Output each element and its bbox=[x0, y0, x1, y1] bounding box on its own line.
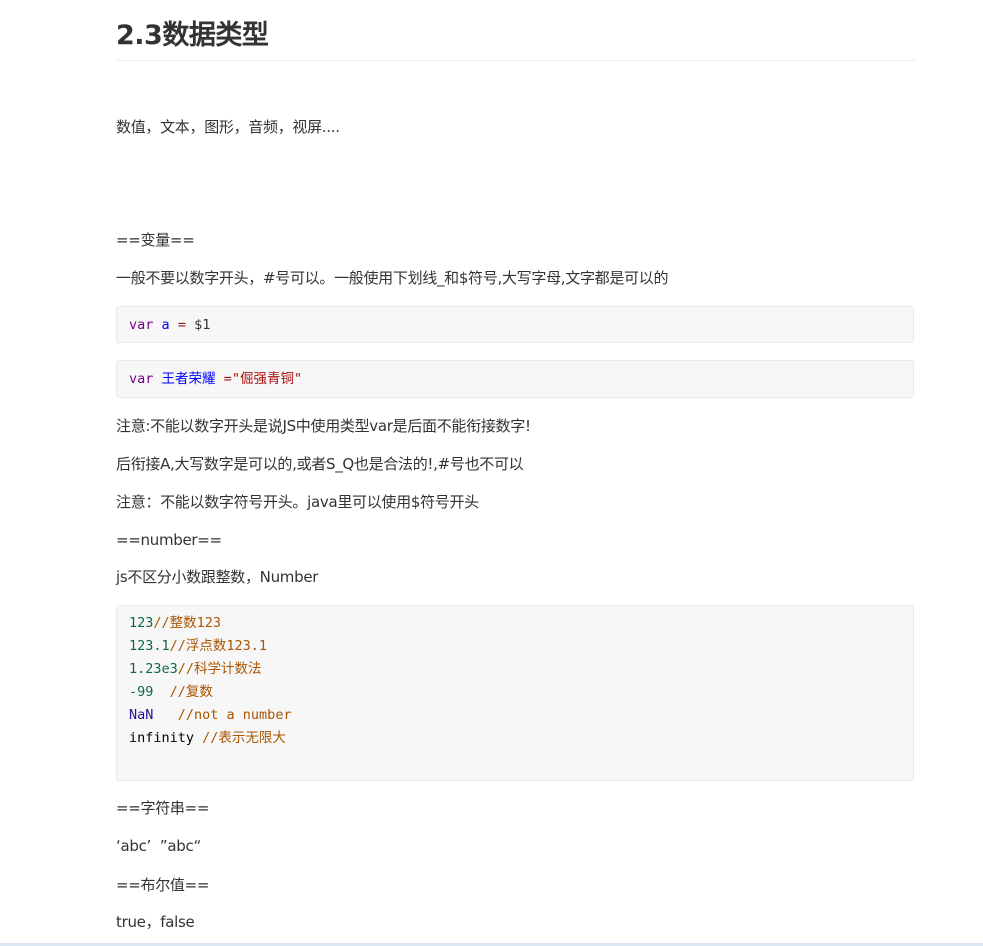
variable-rule-paragraph: 一般不要以数字开头，#号可以。一般使用下划线_和$符号,大写字母,文字都是可以的 bbox=[116, 269, 669, 287]
boolean-heading: ==布尔值== bbox=[116, 876, 210, 894]
code-line: NaN //not a number bbox=[117, 704, 913, 727]
variable-heading: ==变量== bbox=[116, 231, 195, 249]
code-line: 1.23e3//科学计数法 bbox=[117, 658, 913, 681]
variable-note-2: 后衔接A,大写数字是可以的,或者S_Q也是合法的!,#号也不可以 bbox=[116, 455, 524, 473]
code-line: -99 //复数 bbox=[117, 681, 913, 704]
code-value: 123.1 bbox=[129, 638, 170, 654]
code-line: var a = $1 bbox=[117, 314, 913, 337]
code-block-var-chinese: var 王者荣耀 ="倔强青铜" bbox=[116, 360, 914, 398]
title-divider bbox=[116, 60, 916, 61]
string-example: ‘abc’ ”abc“ bbox=[116, 837, 201, 855]
code-gap bbox=[194, 730, 202, 746]
code-comment: //浮点数123.1 bbox=[169, 638, 268, 654]
code-operator: = bbox=[177, 317, 186, 333]
code-gap bbox=[153, 707, 177, 723]
code-line: 123.1//浮点数123.1 bbox=[117, 635, 913, 658]
code-comment: //整数123 bbox=[153, 615, 222, 631]
code-keyword: var bbox=[129, 371, 154, 387]
code-line: infinity //表示无限大 bbox=[117, 727, 913, 750]
code-block-var-a: var a = $1 bbox=[116, 306, 914, 343]
code-comment: //表示无限大 bbox=[202, 730, 286, 746]
boolean-example: true，false bbox=[116, 913, 195, 931]
code-value: 123 bbox=[129, 615, 154, 631]
code-variable: a bbox=[161, 317, 170, 333]
code-value: 1.23e3 bbox=[129, 661, 178, 677]
code-block-numbers: 123//整数123 123.1//浮点数123.1 1.23e3//科学计数法 -9… bbox=[116, 605, 914, 781]
code-gap bbox=[153, 684, 169, 700]
code-value: -99 bbox=[129, 684, 154, 700]
string-heading: ==字符串== bbox=[116, 799, 210, 817]
number-heading: ==number== bbox=[116, 531, 222, 549]
code-string: "倔强青铜" bbox=[231, 371, 303, 387]
code-value: infinity bbox=[129, 730, 195, 746]
section-title: 2.3数据类型 bbox=[116, 20, 269, 51]
variable-note-1: 注意:不能以数字开头是说JS中使用类型var是后面不能衔接数字! bbox=[116, 417, 531, 435]
variable-note-3: 注意：不能以数字符号开头。java里可以使用$符号开头 bbox=[116, 493, 479, 511]
code-value: $1 bbox=[194, 317, 211, 333]
code-line: 123//整数123 bbox=[117, 612, 913, 635]
code-comment: //复数 bbox=[169, 684, 213, 700]
code-comment: //not a number bbox=[177, 707, 292, 723]
code-operator: = bbox=[223, 371, 232, 387]
code-line: var 王者荣耀 ="倔强青铜" bbox=[117, 368, 913, 391]
code-comment: //科学计数法 bbox=[177, 661, 262, 677]
code-variable: 王者荣耀 bbox=[161, 371, 216, 387]
code-keyword: var bbox=[129, 317, 154, 333]
code-value: NaN bbox=[129, 707, 154, 723]
intro-paragraph: 数值，文本，图形，音频，视屏.... bbox=[116, 118, 340, 136]
number-description: js不区分小数跟整数，Number bbox=[116, 568, 319, 586]
